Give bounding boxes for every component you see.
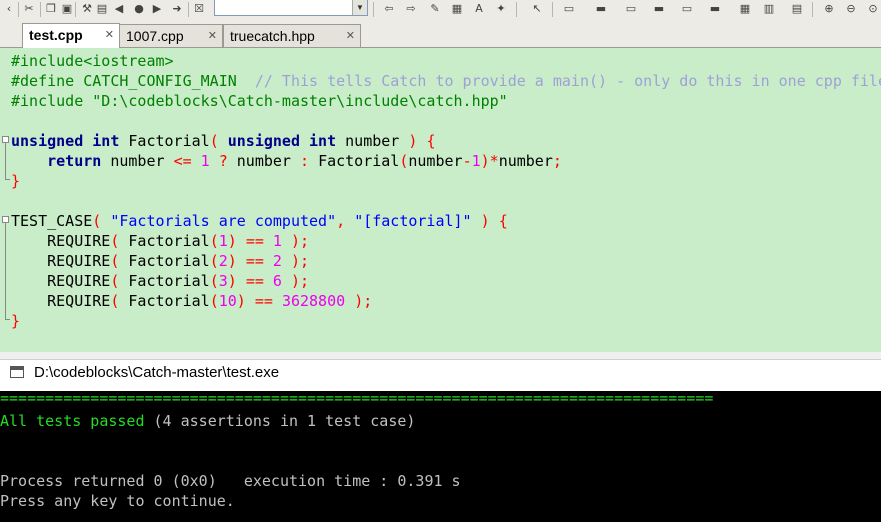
- arrow-right-icon[interactable]: ▶: [150, 2, 164, 16]
- close-icon[interactable]: ✕: [105, 24, 114, 46]
- arrow-icon[interactable]: ➜: [170, 2, 184, 16]
- arrow-left-icon[interactable]: ◀: [112, 2, 126, 16]
- tab-1007-cpp[interactable]: 1007.cpp ✕: [119, 24, 223, 47]
- grid2-icon[interactable]: ▥: [762, 2, 776, 16]
- source-code: #include<iostream> #define CATCH_CONFIG_…: [11, 52, 881, 330]
- chevron-down-icon[interactable]: ▼: [352, 0, 367, 15]
- window5-icon[interactable]: ▭: [680, 2, 694, 16]
- console-result-line: All tests passed (4 assertions in 1 test…: [0, 412, 416, 430]
- window-icon[interactable]: ▭: [562, 2, 576, 16]
- tab-label: 1007.cpp: [126, 28, 184, 44]
- console-press-key-line: Press any key to continue.: [0, 492, 235, 510]
- highlight-icon[interactable]: ✎: [428, 2, 442, 16]
- zoom-out-icon[interactable]: ⊖: [844, 2, 858, 16]
- console-title-bar[interactable]: D:\codeblocks\Catch-master\test.exe: [0, 359, 881, 392]
- text-icon[interactable]: A: [472, 2, 486, 16]
- window6-icon[interactable]: ▬: [708, 2, 722, 16]
- fold-end: [5, 179, 10, 180]
- editor-tabs: test.cpp ✕ 1007.cpp ✕ truecatch.hpp ✕: [0, 21, 881, 48]
- fold-line: [5, 143, 6, 179]
- toolbar-separator: [75, 2, 76, 17]
- tab-truecatch-hpp[interactable]: truecatch.hpp ✕: [223, 24, 361, 47]
- wrench-icon[interactable]: ⚒: [80, 2, 94, 16]
- close-box-icon[interactable]: ☒: [192, 2, 206, 16]
- console-title: D:\codeblocks\Catch-master\test.exe: [34, 364, 280, 381]
- pane-gap: [0, 352, 881, 359]
- close-icon[interactable]: ✕: [208, 25, 217, 47]
- console-separator: ========================================…: [0, 391, 714, 407]
- toolbar-separator: [40, 2, 41, 17]
- tab-label: truecatch.hpp: [230, 28, 315, 44]
- grid-icon[interactable]: ▦: [738, 2, 752, 16]
- toolbar-separator: [373, 2, 374, 17]
- console-process-line: Process returned 0 (0x0) execution time …: [0, 472, 461, 490]
- prev-icon[interactable]: ⇦: [382, 2, 396, 16]
- zoom-in-icon[interactable]: ⊕: [822, 2, 836, 16]
- target-combo[interactable]: ▼: [214, 0, 368, 16]
- stop-icon[interactable]: ●: [132, 2, 146, 16]
- window4-icon[interactable]: ▬: [652, 2, 666, 16]
- code-editor[interactable]: #include<iostream> #define CATCH_CONFIG_…: [0, 48, 881, 352]
- toolbar-separator: [812, 2, 813, 17]
- tab-test-cpp[interactable]: test.cpp ✕: [22, 23, 120, 48]
- copy-icon[interactable]: ❐: [44, 2, 58, 16]
- tab-label: test.cpp: [29, 27, 83, 43]
- sparkle-icon[interactable]: ✦: [494, 2, 508, 16]
- fold-toggle-icon[interactable]: [2, 136, 9, 143]
- back-icon[interactable]: ‹: [2, 2, 16, 16]
- cut-icon[interactable]: ✂: [22, 2, 36, 16]
- zoom-fit-icon[interactable]: ⊙: [866, 2, 880, 16]
- toolbar-separator: [18, 2, 19, 17]
- fold-end: [5, 319, 10, 320]
- block-icon[interactable]: ▦: [450, 2, 464, 16]
- grid3-icon[interactable]: ▤: [790, 2, 804, 16]
- console-window-icon: [10, 366, 24, 378]
- toolbar: ‹ ✂ ❐ ▣ ⚒ ▤ ◀ ● ▶ ➜ ☒ ▼ ⇦ ⇨ ✎ ▦ A ✦ ↖ ▭ …: [0, 0, 881, 22]
- fold-line: [5, 223, 6, 319]
- paste-icon[interactable]: ▣: [60, 2, 74, 16]
- fold-toggle-icon[interactable]: [2, 216, 9, 223]
- toolbar-separator: [188, 2, 189, 17]
- cursor-icon[interactable]: ↖: [530, 2, 544, 16]
- page-icon[interactable]: ▤: [95, 2, 109, 16]
- close-icon[interactable]: ✕: [346, 25, 355, 47]
- window2-icon[interactable]: ▬: [594, 2, 608, 16]
- next-icon[interactable]: ⇨: [404, 2, 418, 16]
- window3-icon[interactable]: ▭: [624, 2, 638, 16]
- toolbar-separator: [516, 2, 517, 17]
- toolbar-separator: [552, 2, 553, 17]
- console-output[interactable]: ========================================…: [0, 391, 881, 522]
